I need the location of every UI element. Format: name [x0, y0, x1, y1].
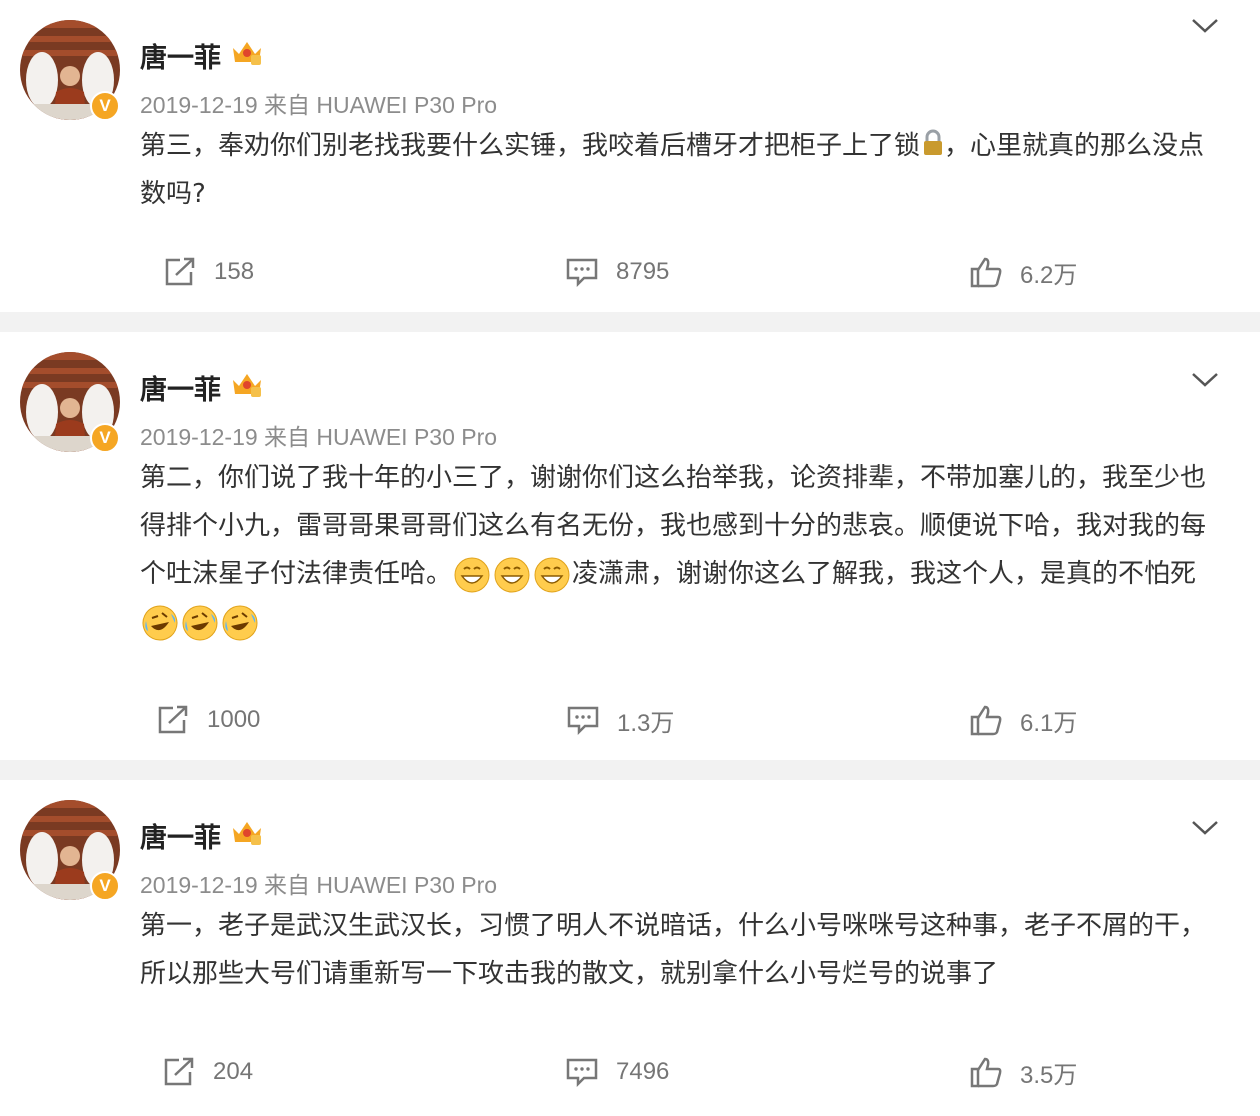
chevron-down-icon[interactable] — [1190, 818, 1220, 838]
grinning-emoji — [494, 557, 530, 592]
comment-icon — [566, 1058, 598, 1087]
author-name[interactable]: 唐一菲 — [140, 368, 263, 407]
chevron-down-icon[interactable] — [1190, 16, 1220, 36]
grinning-emoji — [454, 557, 490, 592]
comment-button[interactable]: 8795 — [566, 252, 669, 292]
post-meta: 2019-12-19 来自 HUAWEI P30 Pro — [140, 424, 498, 450]
laughing-crying-emoji — [222, 605, 258, 640]
verified-badge: V — [90, 423, 120, 453]
lock-icon — [922, 125, 944, 155]
author-name-text[interactable]: 唐一菲 — [140, 816, 221, 855]
like-count: 6.1万 — [1020, 709, 1078, 737]
post-text: 第三，奉劝你们别老找我要什么实锤，我咬着后槽牙才把柜子上了锁 ，心里就真的那么没点… — [140, 122, 1230, 218]
crown-icon — [231, 370, 263, 405]
post-actions: 204 7496 3.5万 — [0, 1052, 1260, 1092]
repost-button[interactable]: 204 — [163, 1052, 253, 1092]
post-card: V 唐一菲 2019-12-19 来自 HUAWEI P30 Pro 第三，奉劝… — [0, 0, 1260, 312]
laughing-crying-emoji — [182, 605, 218, 640]
verified-badge: V — [90, 91, 120, 121]
thumbs-up-icon — [970, 1057, 1002, 1088]
repost-count: 204 — [213, 1058, 254, 1085]
post-text-part: 第三，奉劝你们别老找我要什么实锤，我咬着后槽牙才把柜子上了锁 — [140, 131, 921, 161]
comment-count: 8795 — [616, 258, 670, 285]
post-card: V 唐一菲 2019-12-19 来自 HUAWEI P30 Pro 第一，老子… — [0, 780, 1260, 1116]
repost-button[interactable]: 158 — [164, 252, 254, 292]
like-button[interactable]: 3.5万 — [970, 1052, 1077, 1092]
repost-count: 1000 — [207, 706, 261, 733]
thumbs-up-icon — [970, 705, 1002, 736]
crown-icon — [231, 818, 263, 853]
like-count: 6.2万 — [1020, 261, 1078, 289]
verified-badge: V — [90, 871, 120, 901]
repost-button[interactable]: 1000 — [157, 700, 260, 740]
comment-count: 7496 — [616, 1058, 670, 1085]
comment-icon — [567, 706, 599, 735]
post-meta: 2019-12-19 来自 HUAWEI P30 Pro — [140, 872, 498, 898]
post-actions: 1000 1.3万 6.1万 — [0, 700, 1260, 740]
post-card: V 唐一菲 2019-12-19 来自 HUAWEI P30 Pro 第二，你们… — [0, 332, 1260, 760]
author-name-text[interactable]: 唐一菲 — [140, 36, 221, 75]
comment-icon — [566, 258, 598, 287]
chevron-down-icon[interactable] — [1190, 370, 1220, 390]
laughing-crying-emoji — [142, 605, 178, 640]
comment-count: 1.3万 — [617, 709, 675, 737]
repost-icon — [165, 257, 195, 286]
post-text-part: 第一，老子是武汉生武汉长，习惯了明人不说暗话，什么小号咪咪号这种事，老子不屑的干… — [140, 911, 1207, 989]
like-button[interactable]: 6.1万 — [970, 700, 1077, 740]
author-name[interactable]: 唐一菲 — [140, 816, 263, 855]
like-count: 3.5万 — [1020, 1061, 1078, 1089]
comment-button[interactable]: 1.3万 — [567, 700, 674, 740]
feed: V 唐一菲 2019-12-19 来自 HUAWEI P30 Pro 第三，奉劝… — [0, 0, 1260, 1116]
repost-icon — [164, 1057, 194, 1086]
author-name-text[interactable]: 唐一菲 — [140, 368, 221, 407]
crown-icon — [231, 38, 263, 73]
post-actions: 158 8795 6.2万 — [0, 252, 1260, 292]
author-name[interactable]: 唐一菲 — [140, 36, 263, 75]
post-meta: 2019-12-19 来自 HUAWEI P30 Pro — [140, 92, 498, 118]
thumbs-up-icon — [970, 257, 1002, 288]
grinning-emoji — [534, 557, 570, 592]
repost-icon — [158, 705, 188, 734]
like-button[interactable]: 6.2万 — [970, 252, 1077, 292]
repost-count: 158 — [214, 258, 255, 285]
post-text-part: 凌潇肃，谢谢你这么了解我，我这个人，是真的不怕死 — [572, 559, 1197, 589]
post-text: 第一，老子是武汉生武汉长，习惯了明人不说暗话，什么小号咪咪号这种事，老子不屑的干… — [140, 902, 1220, 998]
comment-button[interactable]: 7496 — [566, 1052, 669, 1092]
post-text: 第二，你们说了我十年的小三了，谢谢你们这么抬举我，论资排辈，不带加塞儿的，我至少… — [140, 454, 1220, 646]
